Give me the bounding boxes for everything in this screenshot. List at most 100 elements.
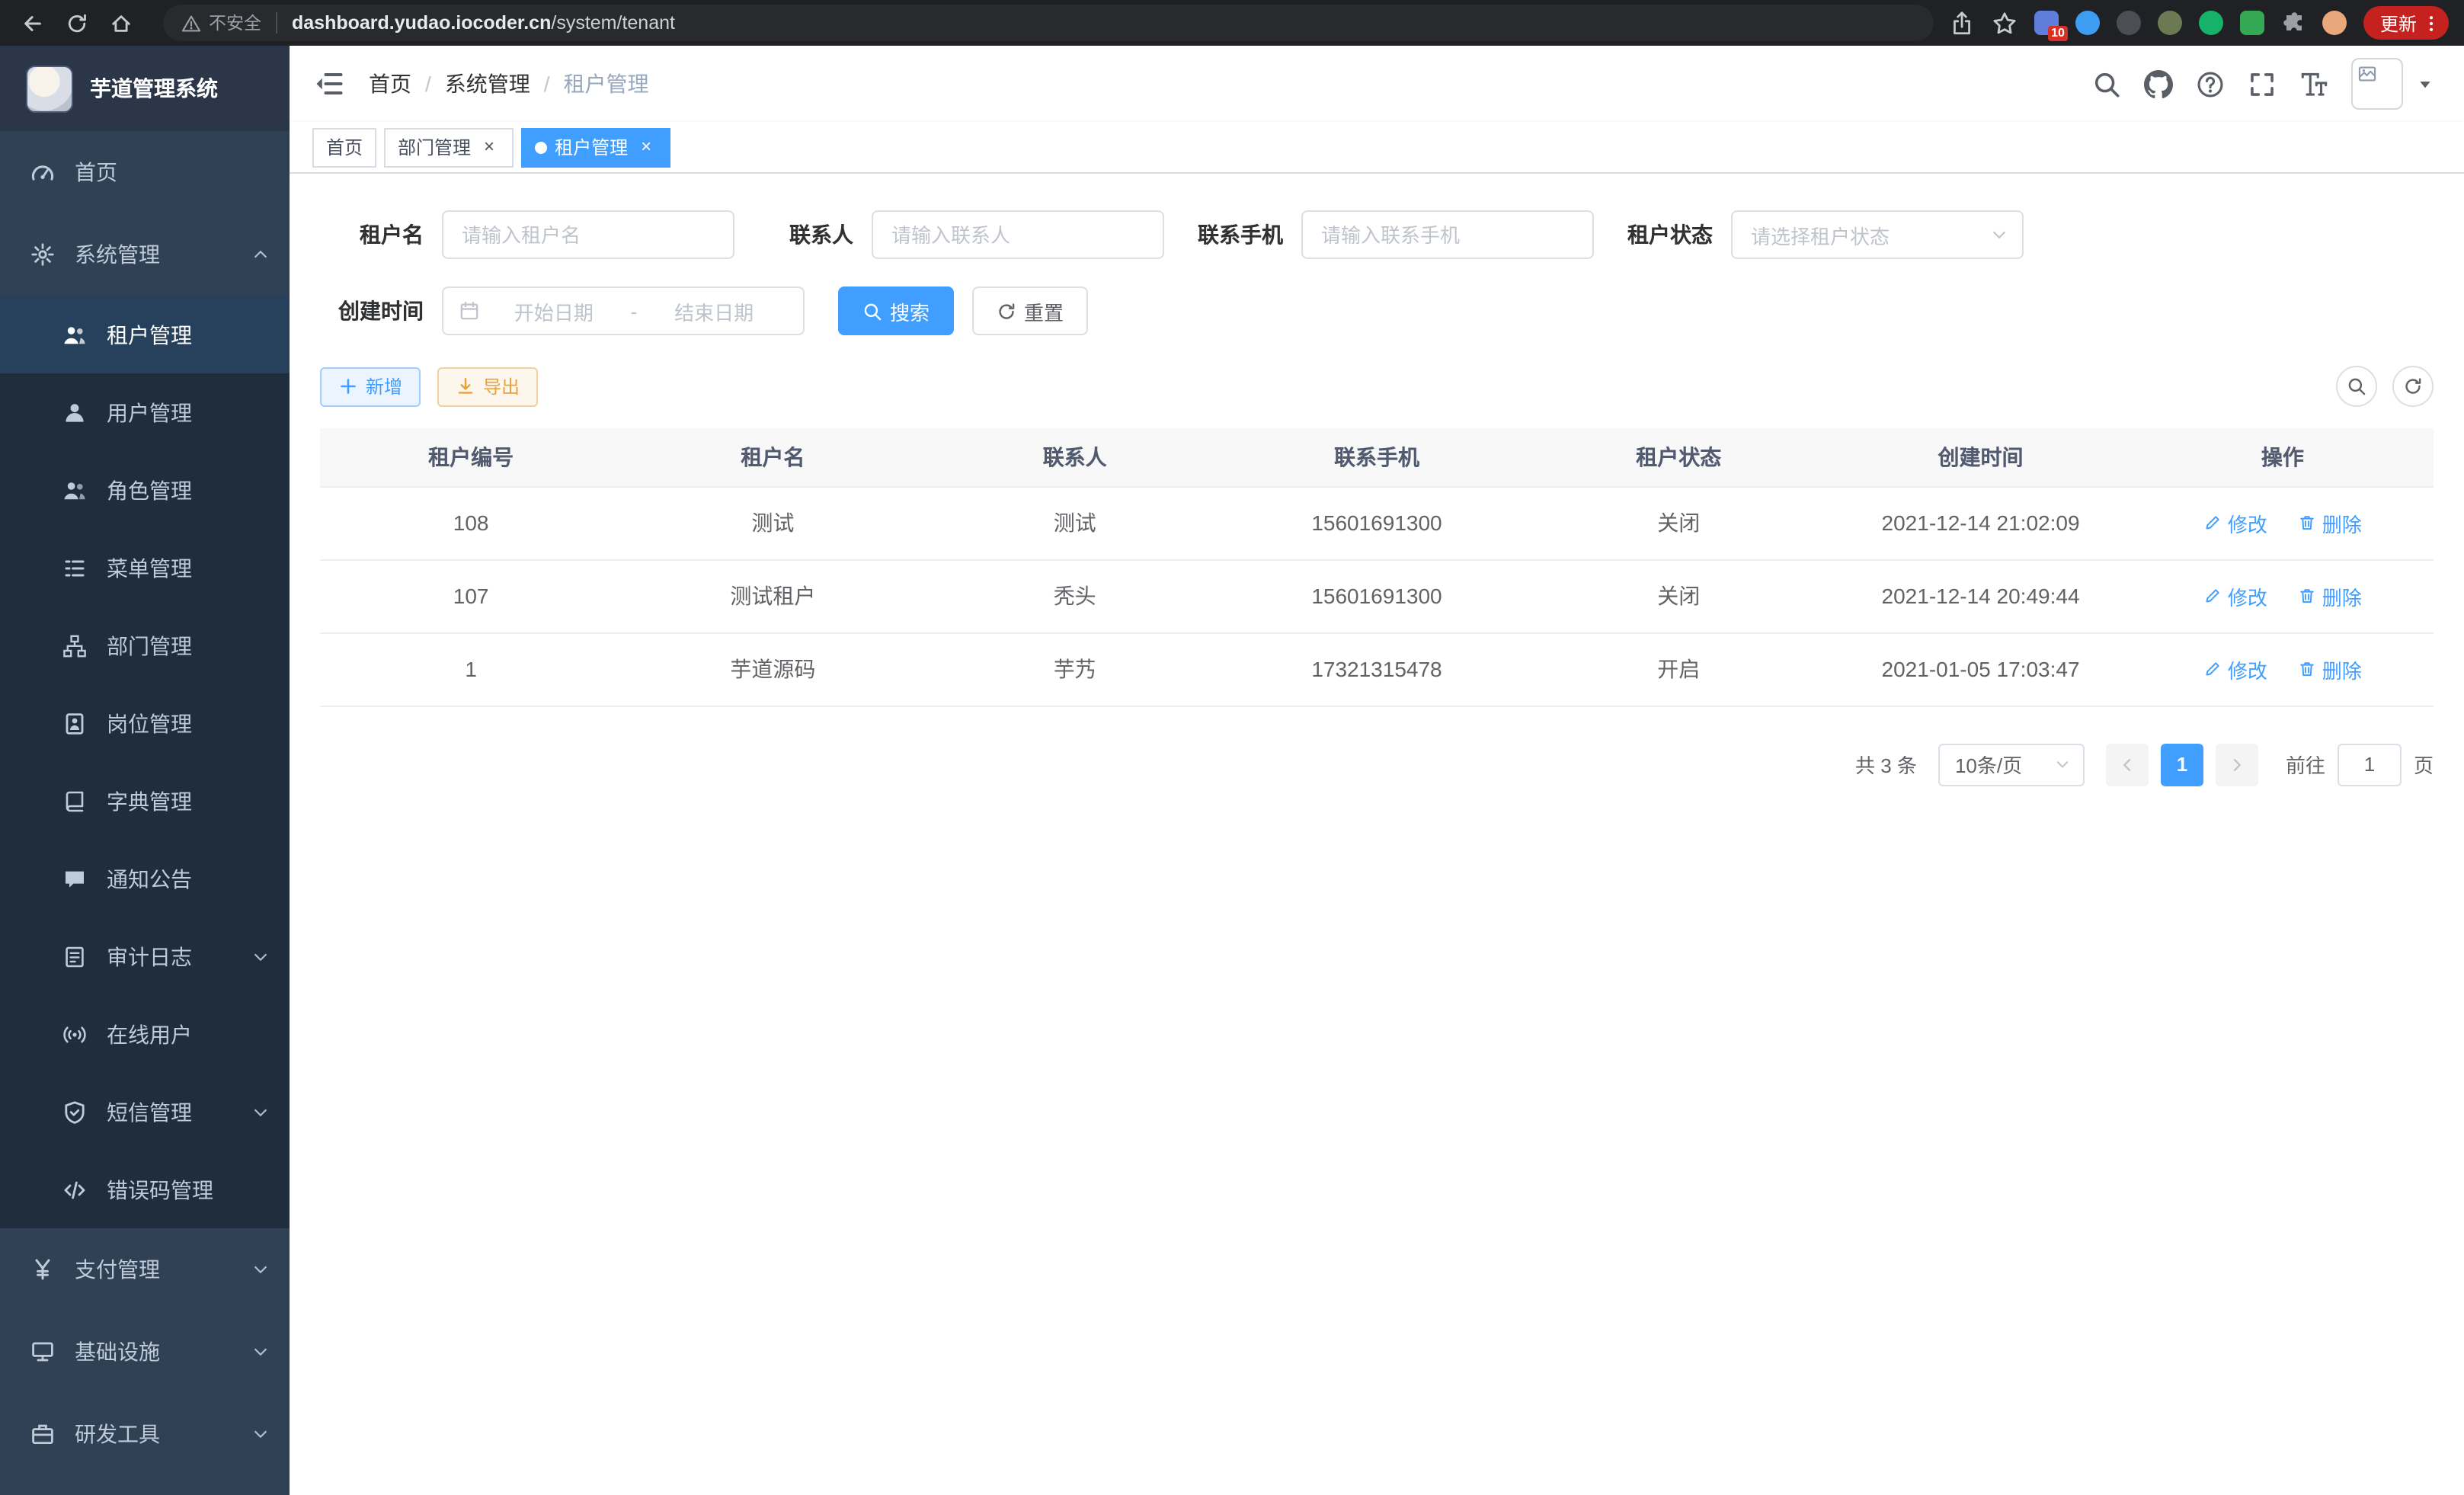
sidebar-item-home[interactable]: 首页 (0, 131, 290, 213)
sidebar-item-infrastructure[interactable]: 基础设施 (0, 1311, 290, 1393)
extension-icon-green[interactable] (2199, 11, 2223, 35)
browser-home-button[interactable] (104, 6, 137, 40)
status-label: 租户状态 (1609, 219, 1713, 250)
page-1-button[interactable]: 1 (2161, 743, 2203, 786)
delete-link[interactable]: 删除 (2298, 508, 2362, 537)
security-warning-icon[interactable] (181, 13, 201, 33)
tab-label: 首页 (326, 134, 363, 160)
filter-row-1: 租户名 联系人 联系手机 租户状态 请选择租户状态 (320, 210, 2434, 259)
edit-link[interactable]: 修改 (2203, 655, 2267, 683)
profile-avatar[interactable] (2322, 11, 2347, 35)
tab-label: 部门管理 (398, 134, 471, 160)
page-size-select[interactable]: 10条/页 (1938, 743, 2085, 786)
extension-icon-dark[interactable] (2117, 11, 2141, 35)
column-contact: 联系人 (924, 428, 1226, 486)
phone-cell: 17321315478 (1226, 632, 1528, 706)
sidebar-item-system-management[interactable]: 系统管理 (0, 213, 290, 296)
search-button[interactable]: 搜索 (838, 287, 954, 335)
browser-menu-icon[interactable] (2421, 13, 2441, 33)
close-icon[interactable]: × (635, 136, 657, 158)
search-icon[interactable] (2092, 69, 2121, 98)
delete-link[interactable]: 删除 (2298, 581, 2362, 610)
badge-icon (62, 711, 87, 735)
breadcrumb-home[interactable]: 首页 (369, 69, 411, 99)
phone-input[interactable] (1301, 210, 1594, 259)
sidebar-item-audit-log[interactable]: 审计日志 (0, 917, 290, 995)
contact-input[interactable] (872, 210, 1164, 259)
sidebar-item-payment-management[interactable]: 支付管理 (0, 1228, 290, 1311)
tenant-name-input[interactable] (442, 210, 734, 259)
tab-home[interactable]: 首页 (312, 127, 376, 167)
bookmark-star-icon[interactable] (1992, 10, 2018, 36)
export-button[interactable]: 导出 (437, 367, 538, 406)
browser-back-button[interactable] (15, 6, 49, 40)
github-icon[interactable] (2144, 69, 2173, 98)
chevron-down-icon (251, 1425, 270, 1443)
extension-icon-olive[interactable] (2158, 11, 2182, 35)
tab-tenant-management[interactable]: 租户管理 × (521, 127, 670, 167)
fullscreen-icon[interactable] (2248, 69, 2277, 98)
page-size-value: 10条/页 (1955, 750, 2022, 779)
broken-image-icon (2357, 64, 2377, 84)
monitor-icon (30, 1340, 55, 1364)
goto-page-input[interactable] (2338, 743, 2402, 786)
filter-contact: 联系人 (750, 210, 1164, 259)
sidebar-item-error-code-management[interactable]: 错误码管理 (0, 1151, 290, 1228)
sidebar-item-dev-tools[interactable]: 研发工具 (0, 1393, 290, 1475)
sidebar-item-role-management[interactable]: 角色管理 (0, 451, 290, 529)
next-page-button[interactable] (2216, 743, 2258, 786)
table-toolbar: 新增 导出 (320, 366, 2434, 407)
logo-image (26, 65, 73, 112)
edit-link[interactable]: 修改 (2203, 508, 2267, 537)
url-text: dashboard.yudao.iocoder.cn/system/tenant (292, 12, 675, 34)
message-icon (62, 866, 87, 891)
browser-update-button[interactable]: 更新 (2363, 6, 2449, 40)
sidebar-item-post-management[interactable]: 岗位管理 (0, 684, 290, 762)
breadcrumb-system[interactable]: 系统管理 (445, 69, 530, 99)
share-icon[interactable] (1949, 10, 1975, 36)
sidebar-item-dict-management[interactable]: 字典管理 (0, 762, 290, 840)
pagination-total: 共 3 条 (1855, 750, 1917, 779)
browser-reload-button[interactable] (59, 6, 93, 40)
extension-icon-drop[interactable] (2075, 11, 2100, 35)
chevron-up-icon (251, 245, 270, 264)
sidebar-item-sms-management[interactable]: 短信管理 (0, 1073, 290, 1151)
browser-address-bar[interactable]: 不安全 dashboard.yudao.iocoder.cn/system/te… (163, 5, 1934, 41)
chevron-down-icon (1990, 226, 2008, 244)
tab-dept-management[interactable]: 部门管理 × (384, 127, 514, 167)
chevron-down-icon (251, 1103, 270, 1121)
hamburger-icon[interactable] (314, 69, 344, 99)
edit-link[interactable]: 修改 (2203, 581, 2267, 610)
table-row: 107 测试租户 秃头 15601691300 关闭 2021-12-14 20… (320, 559, 2434, 632)
help-icon[interactable] (2196, 69, 2225, 98)
extension-icon-badge[interactable]: 10 (2034, 11, 2059, 35)
tenant-table: 租户编号 租户名 联系人 联系手机 租户状态 创建时间 操作 108 测试 测试 (320, 428, 2434, 706)
prev-page-button[interactable] (2106, 743, 2149, 786)
sidebar-item-notice[interactable]: 通知公告 (0, 840, 290, 917)
tenant-status-select[interactable]: 请选择租户状态 (1731, 210, 2024, 259)
refresh-table-button[interactable] (2392, 366, 2434, 407)
users-icon (62, 478, 87, 502)
sidebar-item-tenant-management[interactable]: 租户管理 (0, 296, 290, 373)
column-tenant-name: 租户名 (622, 428, 923, 486)
filter-create-time: 创建时间 开始日期 - 结束日期 (320, 287, 805, 335)
extensions-puzzle-icon[interactable] (2281, 11, 2306, 35)
sidebar-item-dept-management[interactable]: 部门管理 (0, 607, 290, 684)
add-button[interactable]: 新增 (320, 367, 421, 406)
font-size-icon[interactable] (2299, 69, 2328, 98)
app-logo[interactable]: 芋道管理系统 (0, 46, 290, 131)
close-icon[interactable]: × (478, 136, 500, 158)
sidebar-item-user-management[interactable]: 用户管理 (0, 373, 290, 451)
create-time-range-picker[interactable]: 开始日期 - 结束日期 (442, 287, 805, 335)
calendar-icon (459, 300, 480, 322)
search-toggle-button[interactable] (2336, 366, 2377, 407)
tenant-name-cell: 芋道源码 (622, 632, 923, 706)
reset-button[interactable]: 重置 (972, 287, 1088, 335)
home-icon (109, 11, 132, 34)
sidebar-item-online-users[interactable]: 在线用户 (0, 995, 290, 1073)
extension-icon-green-square[interactable] (2240, 11, 2264, 35)
user-avatar[interactable] (2351, 58, 2403, 110)
delete-link[interactable]: 删除 (2298, 655, 2362, 683)
caret-down-icon[interactable] (2417, 75, 2434, 92)
sidebar-item-menu-management[interactable]: 菜单管理 (0, 529, 290, 607)
